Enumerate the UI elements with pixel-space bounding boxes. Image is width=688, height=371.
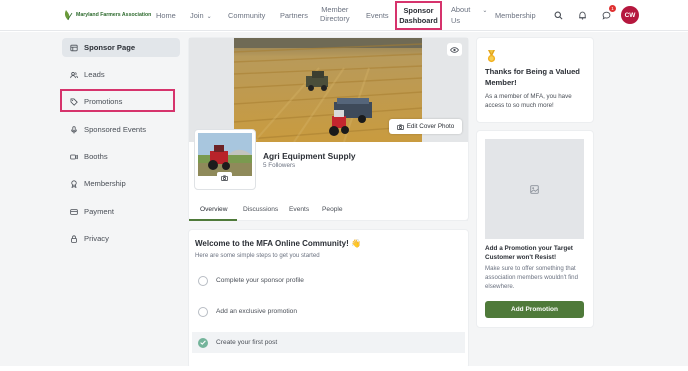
camera-icon	[221, 174, 228, 181]
edit-cover-photo-button[interactable]: Edit Cover Photo	[389, 119, 462, 134]
welcome-title: Welcome to the MFA Online Community! 👋	[195, 239, 361, 248]
chevron-down-icon: ⌄	[206, 14, 212, 20]
avatar[interactable]: CW	[621, 6, 639, 24]
sidebar-item-label: Booths	[84, 152, 108, 161]
nav-partners[interactable]: Partners	[280, 11, 308, 20]
tab-overview[interactable]: Overview	[200, 206, 227, 213]
nav-member-directory-line2: Directory	[320, 14, 350, 24]
profile-image	[198, 133, 252, 176]
nav-about-line1: About	[451, 5, 471, 14]
award-icon	[71, 179, 77, 188]
nav-join-label: Join	[190, 11, 204, 20]
sidebar-item-privacy[interactable]: Privacy	[62, 229, 180, 248]
thanks-body: As a member of MFA, you have access to s…	[485, 93, 572, 109]
nav-about-line2: Us	[451, 15, 461, 25]
company-name: Agri Equipment Supply	[263, 151, 356, 161]
layout-icon	[70, 44, 78, 51]
sidebar-item-sponsor-page[interactable]: Sponsor Page	[62, 38, 180, 57]
sidebar-item-payment[interactable]: Payment	[62, 202, 180, 221]
active-tab-indicator	[189, 219, 237, 221]
tab-people[interactable]: People	[322, 206, 343, 213]
sidebar-item-membership[interactable]: Membership	[62, 174, 180, 193]
sidebar-item-label: Privacy	[84, 234, 109, 243]
welcome-subtitle: Here are some simple steps to get you st…	[195, 252, 320, 259]
nav-sponsor-dashboard[interactable]: Sponsor Dashboard	[395, 1, 442, 30]
step-label: Complete your sponsor profile	[216, 277, 304, 284]
sidebar-item-booths[interactable]: Booths	[62, 147, 180, 166]
tab-discussions[interactable]: Discussions	[243, 206, 278, 213]
visibility-toggle-button[interactable]	[447, 43, 462, 56]
step-label: Add an exclusive promotion	[216, 308, 298, 315]
sidebar-item-label: Sponsored Events	[84, 125, 147, 134]
users-icon	[70, 71, 78, 78]
add-promotion-button[interactable]: Add Promotion	[485, 301, 584, 318]
step-add-promotion[interactable]: Add an exclusive promotion	[192, 301, 465, 322]
camera-icon	[396, 123, 404, 130]
nav-home[interactable]: Home	[156, 11, 176, 20]
nav-community[interactable]: Community	[228, 11, 265, 20]
tab-events[interactable]: Events	[289, 206, 309, 213]
edit-cover-photo-label: Edit Cover Photo	[406, 123, 455, 130]
chevron-down-icon: ⌄	[482, 8, 488, 14]
sidebar-item-leads[interactable]: Leads	[62, 65, 180, 84]
microphone-icon	[71, 125, 77, 133]
logo[interactable]: Maryland Farmers Association	[63, 8, 151, 22]
change-profile-photo-button[interactable]	[217, 172, 232, 183]
bottom-edge	[0, 366, 688, 371]
followers-count[interactable]: 5 Followers	[263, 162, 295, 169]
promotion-image-placeholder	[485, 139, 584, 239]
top-navigation-bar: Maryland Farmers Association Home Join ⌄ …	[0, 0, 688, 31]
notifications-button[interactable]	[574, 7, 590, 23]
search-icon	[554, 11, 562, 19]
nav-sponsor-line1: Sponsor	[403, 6, 434, 16]
sidebar-item-sponsored-events[interactable]: Sponsored Events	[62, 120, 180, 139]
promotion-body: Make sure to offer something that associ…	[485, 265, 578, 291]
nav-member-directory[interactable]: Member Directory	[320, 5, 350, 24]
nav-membership[interactable]: Membership	[495, 11, 536, 20]
step-checkbox[interactable]	[198, 275, 208, 286]
nav-events[interactable]: Events	[366, 11, 389, 20]
nav-sponsor-line2: Dashboard	[399, 15, 438, 25]
thanks-title: Thanks for Being a Valued Member!	[485, 67, 580, 87]
logo-leaf-icon	[64, 10, 73, 21]
video-icon	[70, 154, 78, 159]
sidebar-item-label: Payment	[84, 207, 114, 216]
search-button[interactable]	[550, 7, 566, 23]
promotions-highlight	[60, 89, 175, 112]
sidebar-item-label: Membership	[84, 179, 126, 188]
credit-card-icon	[70, 208, 78, 215]
promotion-title: Add a Promotion your Target Customer won…	[485, 245, 573, 261]
chat-icon	[602, 11, 610, 20]
medal-icon	[486, 50, 497, 68]
sidebar-item-label: Leads	[84, 70, 105, 79]
step-complete-profile[interactable]: Complete your sponsor profile	[192, 270, 465, 291]
logo-text: Maryland Farmers Association	[76, 12, 152, 18]
nav-join[interactable]: Join ⌄	[190, 11, 212, 22]
sidebar-item-label: Sponsor Page	[84, 43, 136, 52]
step-label: Create your first post	[216, 339, 278, 346]
image-icon	[530, 184, 539, 194]
lock-icon	[71, 234, 77, 243]
step-create-first-post[interactable]: Create your first post	[192, 332, 465, 353]
step-checkbox[interactable]	[198, 306, 208, 317]
notification-badge: 1	[609, 5, 616, 12]
bell-icon	[578, 11, 586, 20]
cover-photo-margin	[189, 38, 234, 142]
eye-icon	[450, 46, 459, 53]
nav-member-directory-line1: Member	[321, 5, 349, 14]
nav-about-us[interactable]: About ⌄ Us	[451, 5, 487, 25]
check-icon[interactable]	[198, 337, 208, 348]
